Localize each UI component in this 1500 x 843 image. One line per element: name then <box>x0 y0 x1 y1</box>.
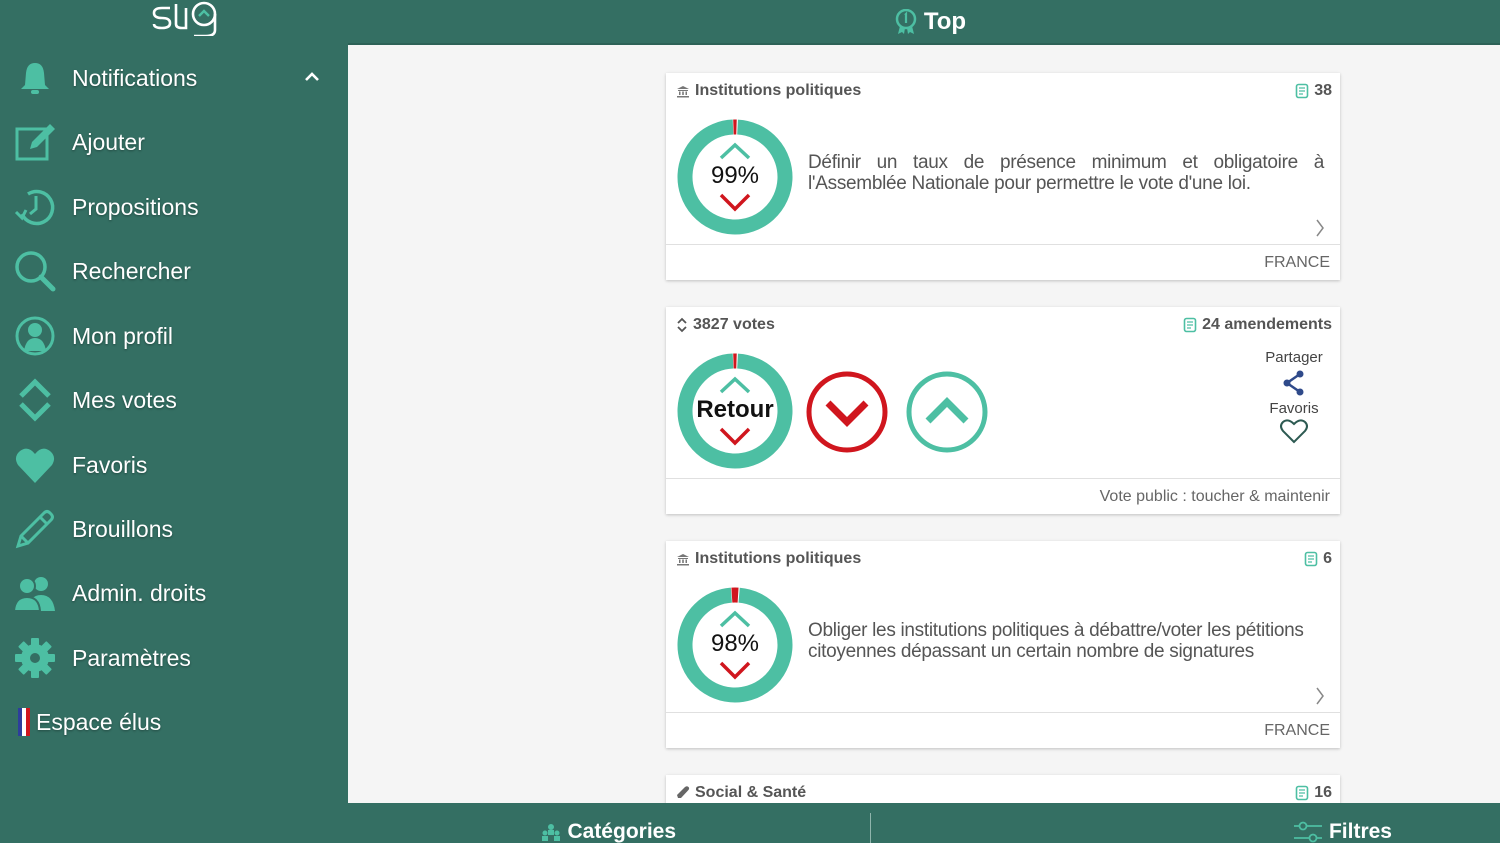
card-footer: FRANCE <box>666 712 1340 748</box>
edit-icon <box>12 119 58 165</box>
card-footer: FRANCE <box>666 244 1340 280</box>
card-footer: Vote public : toucher & maintenir <box>666 478 1340 514</box>
back-button[interactable]: Retour <box>676 352 794 470</box>
region-label: FRANCE <box>1264 253 1330 271</box>
amendments-count: 38 <box>1314 82 1332 99</box>
french-flag-icon <box>18 708 30 736</box>
user-circle-icon <box>12 313 58 359</box>
approval-gauge[interactable]: 99% <box>676 118 794 236</box>
gear-icon <box>12 635 58 681</box>
favorite-label: Favoris <box>1269 400 1319 417</box>
sidebar-item-label: Mes votes <box>72 386 177 413</box>
favorite-button[interactable]: Favoris <box>1262 400 1326 445</box>
filters-button[interactable]: Filtres <box>871 803 1500 843</box>
chevron-up-icon[interactable] <box>302 67 322 87</box>
category-label: Institutions politiques <box>695 550 862 567</box>
category-label: Social & Santé <box>695 784 807 801</box>
sidebar-item-label: Admin. droits <box>72 579 207 606</box>
category-label: Institutions politiques <box>695 82 862 99</box>
page-title: Top <box>923 7 967 35</box>
proposal-card[interactable]: Institutions politiques 6 98% Obliger le… <box>666 541 1340 748</box>
institution-icon <box>677 553 689 565</box>
up-down-icon <box>677 317 687 333</box>
sidebar-item-propositions[interactable]: Propositions <box>12 182 332 232</box>
categories-button[interactable]: Catégories <box>348 803 870 843</box>
sidebar: Notifications Ajouter Propositions Reche… <box>0 0 348 843</box>
history-icon <box>12 184 58 230</box>
sidebar-item-label: Espace élus <box>36 708 162 735</box>
upvote-chevron-icon <box>719 610 751 628</box>
heart-outline-icon <box>1280 419 1308 444</box>
search-icon <box>12 248 58 294</box>
proposals-feed[interactable]: Institutions politiques 38 99% Définir u… <box>348 45 1500 803</box>
proposal-text[interactable]: Définir un taux de présence minimum et o… <box>808 152 1324 194</box>
sidebar-item-label: Brouillons <box>72 515 173 542</box>
chevron-right-icon[interactable] <box>1314 686 1326 706</box>
top-header: Top <box>348 0 1500 45</box>
users-icon <box>12 570 58 616</box>
proposal-text[interactable]: Obliger les institutions politiques à dé… <box>808 620 1324 662</box>
chevron-right-icon[interactable] <box>1314 218 1326 238</box>
sidebar-item-label: Notifications <box>72 64 198 91</box>
sidebar-item-favoris[interactable]: Favoris <box>12 440 332 490</box>
bell-icon <box>12 55 58 101</box>
award-icon <box>895 8 917 34</box>
downvote-button[interactable] <box>804 369 890 455</box>
upvote-chevron-icon <box>719 142 751 160</box>
downvote-chevron-icon <box>719 661 751 680</box>
share-label: Partager <box>1265 349 1323 366</box>
proposal-card[interactable]: Institutions politiques 38 99% Définir u… <box>666 73 1340 280</box>
approval-score: 98% <box>710 630 760 657</box>
downvote-chevron-icon <box>719 427 751 446</box>
share-button[interactable]: Partager <box>1262 349 1326 398</box>
heart-icon <box>12 442 58 488</box>
sidebar-item-label: Propositions <box>72 193 199 220</box>
amendments-icon <box>1183 317 1197 333</box>
sidebar-item-label: Ajouter <box>72 128 145 155</box>
sidebar-item-ajouter[interactable]: Ajouter <box>12 117 332 167</box>
proposal-card[interactable]: Social & Santé 16 <box>666 775 1340 803</box>
amendments-count: 6 <box>1323 550 1332 567</box>
sidebar-item-label: Favoris <box>72 451 148 478</box>
filters-label: Filtres <box>1328 820 1392 843</box>
sidebar-item-label: Paramètres <box>72 644 191 671</box>
upvote-chevron-icon <box>719 376 751 394</box>
upvote-button[interactable] <box>904 369 990 455</box>
sidebar-item-mon-profil[interactable]: Mon profil <box>12 311 332 361</box>
categories-label: Catégories <box>567 820 677 843</box>
sidebar-item-admin-droits[interactable]: Admin. droits <box>12 568 332 618</box>
side-actions: Partager Favoris <box>1262 349 1326 445</box>
sidebar-item-rechercher[interactable]: Rechercher <box>12 246 332 296</box>
amendments-icon <box>1295 785 1309 801</box>
sidebar-item-mes-votes[interactable]: Mes votes <box>12 375 332 425</box>
sidebar-item-notifications[interactable]: Notifications <box>12 53 332 103</box>
back-label: Retour <box>696 396 774 423</box>
sidebar-item-brouillons[interactable]: Brouillons <box>12 504 332 554</box>
sidebar-item-parametres[interactable]: Paramètres <box>12 633 332 683</box>
bottom-bar: Catégories Filtres <box>348 803 1500 843</box>
sidebar-item-espace-elus[interactable]: Espace élus <box>18 708 161 736</box>
region-label: FRANCE <box>1264 721 1330 739</box>
approval-gauge[interactable]: 98% <box>676 586 794 704</box>
public-vote-hint: Vote public : toucher & maintenir <box>1099 487 1330 505</box>
downvote-chevron-icon <box>719 193 751 212</box>
sidebar-item-label: Mon profil <box>72 322 173 349</box>
votes-count: 3827 votes <box>693 316 775 333</box>
bandage-icon <box>677 786 690 798</box>
pencil-icon <box>12 506 58 552</box>
categories-icon <box>542 824 561 841</box>
vote-card[interactable]: 3827 votes 24 amendements Retour Partage… <box>666 307 1340 514</box>
sidebar-item-label: Rechercher <box>72 257 191 284</box>
amendments-count: 24 amendements <box>1202 316 1332 333</box>
up-down-icon <box>12 377 58 423</box>
share-icon <box>1283 370 1304 396</box>
institution-icon <box>677 85 689 97</box>
amendments-icon <box>1295 83 1309 99</box>
stig-logo[interactable] <box>150 0 222 36</box>
amendments-count: 16 <box>1314 784 1332 801</box>
approval-score: 99% <box>710 162 760 189</box>
amendments-icon <box>1304 551 1318 567</box>
sliders-icon <box>1293 821 1322 843</box>
